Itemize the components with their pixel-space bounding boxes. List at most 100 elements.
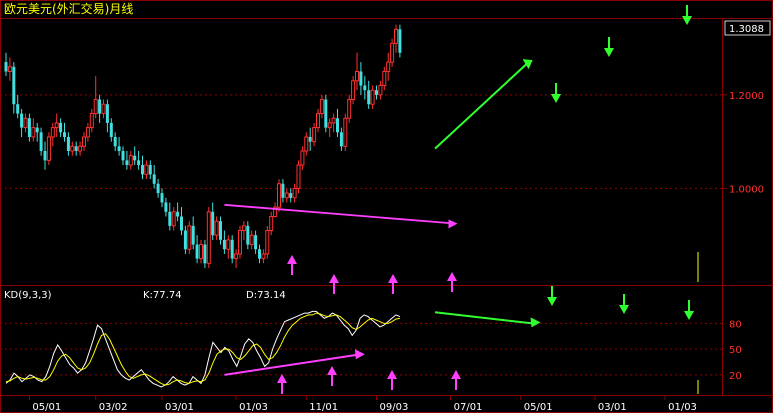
- candle-body: [254, 235, 258, 250]
- time-tick-label: 05/01: [524, 402, 553, 413]
- candle-body: [183, 230, 187, 250]
- candle: [156, 179, 160, 198]
- up-arrow-head: [451, 370, 461, 379]
- candle: [249, 230, 254, 250]
- candle-body: [226, 239, 231, 250]
- down-arrow-icon: [682, 5, 692, 25]
- candle: [336, 108, 339, 137]
- candle-body: [367, 90, 371, 105]
- candle: [117, 136, 121, 156]
- candle: [370, 85, 375, 109]
- candle-body: [222, 239, 226, 250]
- candle-body: [261, 253, 266, 260]
- candle-body: [160, 193, 164, 203]
- candle: [176, 202, 180, 222]
- down-arrow-head: [619, 305, 629, 314]
- kd-tick-label: 80: [729, 319, 742, 330]
- candle: [254, 230, 258, 254]
- candle-body: [148, 165, 152, 175]
- candle: [187, 221, 192, 254]
- candle: [363, 76, 367, 100]
- kd-k-value: K:77.74: [143, 290, 182, 301]
- candle: [152, 165, 156, 189]
- price-tick-label: 1.0000: [729, 184, 764, 195]
- candle-body: [4, 62, 8, 72]
- candle: [211, 202, 215, 240]
- candle: [105, 99, 109, 133]
- candle-body: [35, 127, 39, 133]
- candle: [125, 151, 129, 170]
- candle: [355, 52, 359, 91]
- price-axis: 1.3088 1.2000 1.0000: [0, 20, 771, 195]
- candle: [113, 132, 117, 151]
- candle: [93, 76, 98, 119]
- candle-body: [113, 136, 117, 147]
- candle-body: [249, 234, 254, 246]
- chart-title: 欧元美元(外汇交易)月线: [4, 1, 133, 16]
- candle: [183, 225, 187, 254]
- candle: [59, 118, 63, 137]
- candle-body: [176, 211, 180, 217]
- candle: [78, 141, 83, 156]
- candle: [74, 141, 78, 156]
- candle-body: [355, 70, 359, 82]
- candle-body: [331, 117, 336, 124]
- candle-body: [390, 42, 395, 63]
- candle-body: [375, 90, 378, 95]
- candle-body: [66, 136, 70, 151]
- candle: [324, 94, 328, 133]
- candlestick-series: [4, 24, 402, 268]
- candle: [191, 216, 195, 250]
- candle: [66, 132, 70, 156]
- candle-body: [133, 155, 137, 161]
- kd-grid: 80 50 20: [0, 319, 742, 382]
- candle-body: [128, 155, 133, 166]
- candle-body: [31, 127, 36, 138]
- candle: [133, 146, 137, 166]
- candle-body: [105, 104, 109, 123]
- candle-body: [277, 183, 281, 208]
- candle-body: [246, 225, 250, 245]
- candle-body: [284, 192, 289, 199]
- candle: [281, 179, 285, 203]
- candle: [351, 76, 356, 105]
- candle-body: [258, 249, 261, 259]
- candle-body: [351, 80, 356, 101]
- time-tick-label: 09/03: [380, 402, 409, 413]
- candle: [300, 146, 305, 170]
- kd-green-arrowhead: [530, 317, 541, 328]
- candle-body: [336, 118, 339, 133]
- candle: [378, 80, 383, 100]
- candle: [85, 122, 90, 142]
- candle: [343, 113, 348, 151]
- candle-body: [187, 225, 192, 250]
- candle-body: [12, 66, 16, 105]
- candle: [284, 188, 289, 203]
- candle: [304, 132, 309, 156]
- candle: [70, 141, 75, 156]
- green-trendline: [434, 61, 530, 150]
- candle-body: [164, 202, 168, 212]
- candle-body: [382, 70, 387, 87]
- candle-body: [281, 183, 285, 198]
- candle-body: [370, 89, 375, 105]
- candle: [327, 118, 332, 137]
- up-arrow-icon: [277, 374, 287, 394]
- candle: [4, 52, 8, 77]
- candle-body: [203, 244, 207, 264]
- kd-magenta-trendline: [224, 353, 362, 376]
- candle-body: [269, 216, 274, 232]
- candle-body: [319, 99, 324, 115]
- up-arrow-head: [329, 274, 339, 283]
- candle-body: [78, 145, 83, 152]
- candle-body: [312, 127, 317, 143]
- candle: [292, 183, 297, 203]
- up-arrow-head: [287, 255, 297, 264]
- candle-body: [43, 151, 47, 161]
- candle-body: [206, 211, 211, 264]
- candle: [246, 221, 250, 250]
- price-annotations: [224, 5, 699, 294]
- kd-title: KD(9,3,3): [4, 290, 52, 301]
- candle: [137, 151, 141, 170]
- candle-body: [171, 211, 176, 227]
